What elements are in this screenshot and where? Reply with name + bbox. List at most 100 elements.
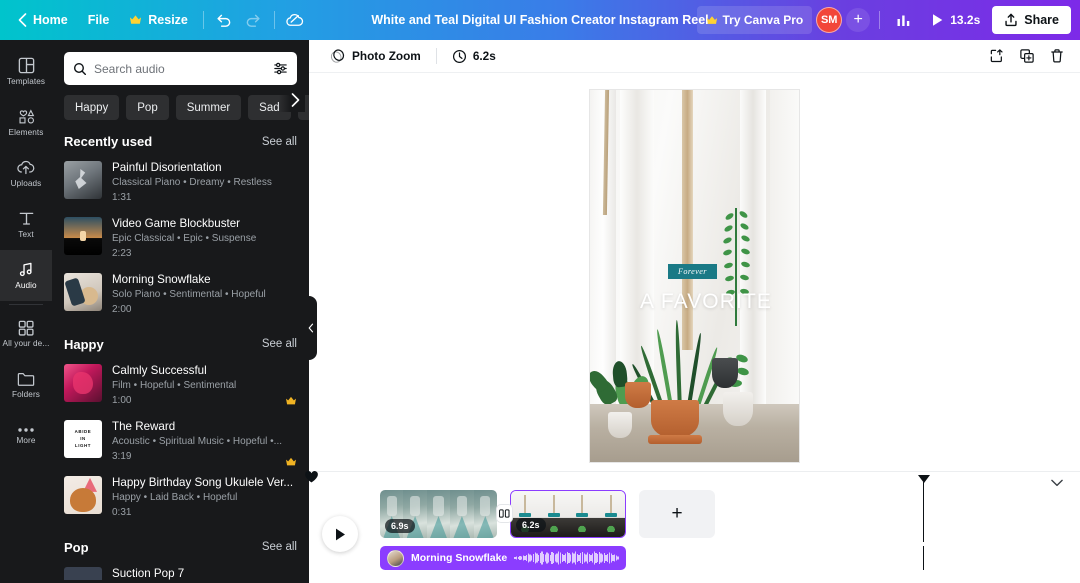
clip-frame bbox=[568, 491, 597, 537]
track-thumbnail bbox=[64, 363, 102, 402]
track-duration: 2:00 bbox=[112, 303, 132, 315]
sidebar-item-templates[interactable]: Templates bbox=[0, 46, 52, 97]
small-white-pot bbox=[608, 412, 632, 438]
filter-chips: Happy Pop Summer Sad Piano bbox=[52, 85, 309, 120]
play-icon bbox=[931, 13, 944, 27]
insights-button[interactable] bbox=[889, 6, 919, 34]
animation-button[interactable]: Photo Zoom bbox=[323, 44, 428, 69]
crown-icon bbox=[706, 15, 718, 26]
sidebar-item-elements[interactable]: Elements bbox=[0, 97, 52, 148]
design-page[interactable]: Forever A FAVORITE bbox=[590, 90, 799, 462]
add-page-button[interactable]: + bbox=[639, 490, 715, 538]
delete-icon[interactable] bbox=[1048, 47, 1066, 65]
list-item[interactable]: Video Game Blockbuster Epic Classical • … bbox=[52, 211, 309, 267]
see-all-link[interactable]: See all bbox=[262, 541, 297, 553]
forever-badge[interactable]: Forever bbox=[668, 264, 717, 279]
playhead-marker-icon[interactable] bbox=[918, 475, 930, 483]
chevron-left-icon bbox=[308, 323, 314, 333]
chip-summer[interactable]: Summer bbox=[175, 95, 242, 120]
uploads-cloud-icon bbox=[16, 158, 36, 177]
redo-icon bbox=[245, 12, 262, 29]
canvas-area[interactable]: Forever A FAVORITE bbox=[309, 73, 1080, 471]
pot-saucer bbox=[648, 435, 702, 444]
chevron-right-icon[interactable] bbox=[279, 87, 305, 112]
track-tags: Acoustic • Spiritual Music • Hopeful •..… bbox=[112, 436, 283, 448]
audio-list[interactable]: Recently used See all Painful Disorienta… bbox=[52, 120, 309, 580]
avatar[interactable]: SM bbox=[816, 7, 843, 33]
export-icon[interactable] bbox=[988, 47, 1006, 65]
sidebar-item-label: More bbox=[16, 435, 36, 445]
headline-text[interactable]: A FAVORITE bbox=[640, 290, 772, 314]
resize-button[interactable]: Resize bbox=[119, 6, 198, 34]
see-all-link[interactable]: See all bbox=[262, 136, 297, 148]
chip-happy[interactable]: Happy bbox=[64, 95, 120, 120]
track-name: Calmly Successful bbox=[112, 363, 207, 377]
sidebar-item-label: All your de... bbox=[2, 338, 50, 348]
timeline-clip-scene-2[interactable]: 6.2s bbox=[510, 490, 626, 538]
track-tags: Classical Piano • Dreamy • Restless bbox=[112, 177, 272, 189]
track-meta: Suction Pop 7 Storytelling bbox=[112, 567, 297, 580]
toolbar-divider-3 bbox=[879, 11, 881, 29]
timeline-play-button[interactable] bbox=[322, 516, 358, 552]
track-name: Painful Disorientation bbox=[112, 161, 222, 174]
playhead-line bbox=[923, 546, 925, 570]
top-bar-left-group: Home File Resize bbox=[0, 6, 310, 34]
folder-icon bbox=[16, 370, 36, 388]
chip-pop[interactable]: Pop bbox=[126, 95, 169, 120]
search-input[interactable] bbox=[94, 61, 266, 76]
sidebar-item-folders[interactable]: Folders bbox=[0, 359, 52, 410]
collapse-panel-button[interactable] bbox=[304, 296, 317, 360]
timeline-clip-scene-1[interactable]: 6.9s bbox=[380, 490, 497, 538]
list-item[interactable]: Happy Birthday Song Ukulele Ver... Happy… bbox=[52, 470, 309, 526]
preview-play-button[interactable]: 13.2s bbox=[923, 6, 988, 34]
try-canva-pro-button[interactable]: Try Canva Pro bbox=[696, 6, 813, 34]
more-dots-icon bbox=[16, 426, 36, 434]
file-button[interactable]: File bbox=[78, 6, 120, 34]
track-duration: 0:31 bbox=[112, 506, 132, 518]
heart-icon[interactable] bbox=[304, 470, 320, 486]
collapse-timeline-button[interactable] bbox=[1046, 474, 1068, 492]
duration-label: 6.2s bbox=[472, 49, 496, 63]
list-item[interactable]: Calmly Successful Film • Hopeful • Senti… bbox=[52, 358, 309, 414]
home-button[interactable]: Home bbox=[8, 6, 78, 34]
cloud-saved-button[interactable] bbox=[280, 6, 310, 34]
transition-icon[interactable] bbox=[497, 505, 512, 522]
timeline[interactable]: 6.9s 6.2s + Morning Snowflake bbox=[309, 471, 1080, 583]
filter-sliders-icon[interactable] bbox=[273, 61, 288, 76]
grid-icon bbox=[17, 319, 35, 337]
plus-icon: + bbox=[853, 11, 863, 28]
list-item[interactable]: Painful Disorientation Classical Piano •… bbox=[52, 155, 309, 211]
pro-crown-icon bbox=[285, 457, 297, 467]
duration-button[interactable]: 6.2s bbox=[445, 44, 503, 69]
sidebar-item-audio[interactable]: Audio bbox=[0, 250, 52, 301]
section-title: Happy bbox=[64, 336, 104, 352]
redo-button[interactable] bbox=[239, 6, 269, 34]
sidebar-item-text[interactable]: Text bbox=[0, 199, 52, 250]
timeline-audio-track[interactable]: Morning Snowflake bbox=[380, 546, 626, 570]
dark-pot bbox=[712, 358, 738, 388]
toolbar-divider bbox=[435, 48, 437, 64]
sidebar-item-uploads[interactable]: Uploads bbox=[0, 148, 52, 199]
pro-crown-icon bbox=[285, 396, 297, 406]
crown-icon bbox=[129, 14, 142, 26]
duplicate-icon[interactable] bbox=[1018, 47, 1036, 65]
search-box[interactable] bbox=[64, 52, 297, 85]
total-duration-label: 13.2s bbox=[950, 13, 981, 27]
share-button[interactable]: Share bbox=[992, 6, 1071, 34]
undo-button[interactable] bbox=[209, 6, 239, 34]
list-item[interactable]: Suction Pop 7 Storytelling bbox=[52, 561, 309, 580]
list-item[interactable]: ABIDE IN LIGHT The Reward Acoustic • Spiri… bbox=[52, 414, 309, 470]
see-all-link[interactable]: See all bbox=[262, 338, 297, 350]
thumbnail-art: ABIDE IN LIGHT bbox=[74, 429, 92, 449]
add-collaborator-button[interactable]: + bbox=[846, 8, 871, 32]
animation-label: Photo Zoom bbox=[352, 49, 421, 63]
sidebar-item-all-your-designs[interactable]: All your de... bbox=[0, 308, 52, 359]
track-thumbnail: ABIDE IN LIGHT bbox=[64, 419, 102, 458]
track-name: Happy Birthday Song Ukulele Ver... bbox=[112, 475, 294, 489]
list-item[interactable]: Morning Snowflake Solo Piano • Sentiment… bbox=[52, 267, 309, 323]
top-bar-right-group: Try Canva Pro SM + 13.2s Share bbox=[696, 6, 1080, 34]
left-rail: Templates Elements Uploads Text Audio Al… bbox=[0, 40, 52, 583]
track-duration: 1:00 bbox=[112, 394, 132, 406]
sidebar-item-more[interactable]: More bbox=[0, 410, 52, 461]
audio-track-name: Morning Snowflake bbox=[411, 552, 508, 564]
